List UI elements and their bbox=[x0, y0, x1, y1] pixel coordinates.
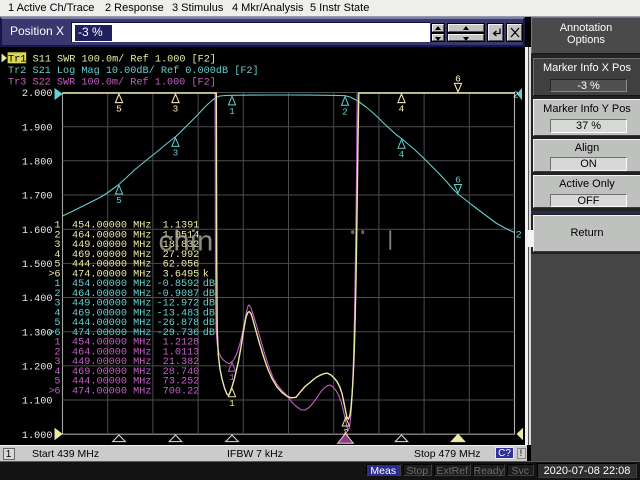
svg-text:700.22: 700.22 bbox=[163, 386, 200, 397]
svg-text:1.700: 1.700 bbox=[22, 192, 53, 203]
svg-text:S11 SWR 100.0m/ Ref 1.000 [F2]: S11 SWR 100.0m/ Ref 1.000 [F2] bbox=[33, 53, 216, 65]
svg-text:1.900: 1.900 bbox=[22, 123, 53, 134]
svg-text:1.400: 1.400 bbox=[22, 294, 53, 305]
svg-text:Tr3 S22 SWR 100.0m/ Ref 1.000: Tr3 S22 SWR 100.0m/ Ref 1.000 [F2] bbox=[8, 76, 216, 88]
svg-text:1: 1 bbox=[229, 398, 235, 409]
svg-text:1.800: 1.800 bbox=[22, 157, 53, 168]
svg-text:1: 1 bbox=[229, 372, 235, 383]
svg-text:4: 4 bbox=[399, 104, 405, 115]
svg-text:Tr1: Tr1 bbox=[8, 54, 26, 65]
svg-text:dB: dB bbox=[203, 327, 215, 339]
svg-text:5: 5 bbox=[116, 104, 122, 115]
svg-text:1.000: 1.000 bbox=[22, 431, 53, 442]
svg-text:3: 3 bbox=[173, 104, 179, 115]
svg-text:2: 2 bbox=[342, 106, 348, 117]
svg-text:1: 1 bbox=[229, 106, 235, 117]
svg-text:1.100: 1.100 bbox=[22, 397, 53, 408]
svg-text:1.200: 1.200 bbox=[22, 363, 53, 374]
svg-text:2.000: 2.000 bbox=[22, 89, 53, 100]
svg-text:1.600: 1.600 bbox=[22, 226, 53, 237]
svg-text:4: 4 bbox=[399, 149, 405, 160]
svg-text:6: 6 bbox=[455, 175, 461, 186]
svg-text:474.00000 MHz: 474.00000 MHz bbox=[72, 386, 151, 397]
svg-text:2: 2 bbox=[513, 89, 519, 100]
svg-text:2: 2 bbox=[516, 231, 522, 242]
svg-text:chin: chin bbox=[159, 226, 214, 258]
svg-text:6: 6 bbox=[455, 73, 461, 84]
svg-text:3: 3 bbox=[173, 147, 179, 158]
svg-text:Tr2 S21 Log Mag 10.00dB/ Ref 0: Tr2 S21 Log Mag 10.00dB/ Ref 0.000dB [F2… bbox=[8, 65, 259, 77]
svg-text:5: 5 bbox=[116, 195, 122, 206]
svg-text:6: 6 bbox=[54, 386, 60, 397]
